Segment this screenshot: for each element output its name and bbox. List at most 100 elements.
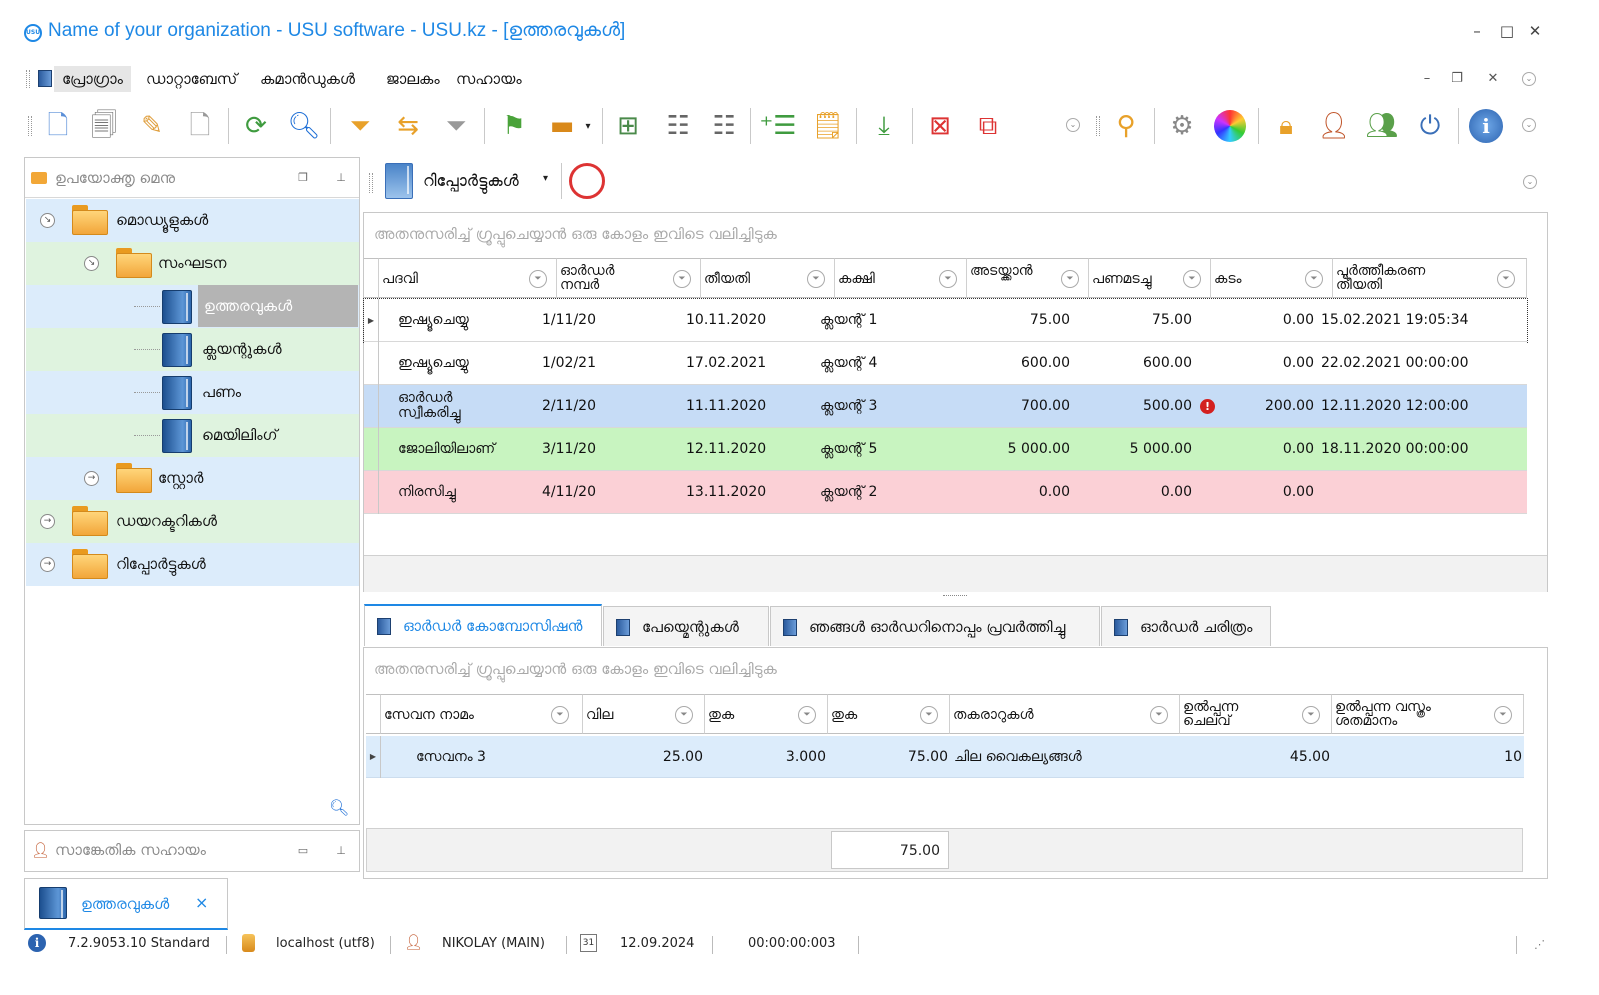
cell-status[interactable]: ഓർഡർ സ്വീകരിച്ചു xyxy=(398,385,498,428)
cell-client[interactable]: ക്ലയന്റ് 3 xyxy=(820,385,950,428)
cell-completion-date[interactable]: 18.11.2020 00:00:00 xyxy=(1321,428,1511,471)
menu-window[interactable]: ജാലകം xyxy=(378,66,448,92)
cell-order-number[interactable]: 1/02/21 xyxy=(542,342,682,385)
cell-paid[interactable]: 0.00 xyxy=(1074,471,1192,514)
column-filter-icon[interactable]: ⏷ xyxy=(1305,270,1323,288)
gear-icon[interactable]: ⚙ xyxy=(1162,106,1202,146)
filter-edit-icon[interactable]: ⇆ xyxy=(388,106,428,146)
table-row[interactable]: ▶ ഇഷ്യൂചെയ്യു 1/11/20 10.11.2020 ക്ലയന്റ് 17… xyxy=(363,298,1528,343)
table-row[interactable]: നിരസിച്ചു 4/11/20 13.11.2020 ക്ലയന്റ് 2 0.00… xyxy=(364,471,1527,514)
add-column-icon[interactable]: ⁺☰ xyxy=(758,106,798,146)
cell-to-pay[interactable]: 700.00 xyxy=(952,385,1070,428)
column-filter-icon[interactable]: ⏷ xyxy=(807,270,825,288)
column-filter-icon[interactable]: ⏷ xyxy=(1150,706,1168,724)
menu-program[interactable]: പ്രോഗ്രാം xyxy=(54,66,131,92)
toolbar-options-icon[interactable]: ⌄ xyxy=(1066,118,1080,132)
cell-status[interactable]: ഇഷ്യൂചെയ്യു xyxy=(398,342,548,385)
column-header-wear-percent[interactable]: ഉൽപ്പന്ന വസ്ത്രം ശതമാനം ⏷ xyxy=(1332,694,1524,734)
cell-status[interactable]: നിരസിച്ചു xyxy=(398,471,548,514)
expand-icon[interactable]: → xyxy=(40,557,55,572)
maximize-icon[interactable]: □ xyxy=(1496,20,1518,42)
cell-completion-date[interactable]: 12.11.2020 12:00:00 xyxy=(1321,385,1511,428)
tab-order-history[interactable]: ഓർഡർ ചരിത്രം xyxy=(1101,606,1271,646)
image-icon[interactable]: ▬ xyxy=(542,106,582,146)
new-record-icon[interactable]: 🗋 xyxy=(38,106,78,146)
location-pin-icon[interactable]: ⚲ xyxy=(1106,106,1146,146)
column-header-quantity[interactable]: തുക ⏷ xyxy=(705,694,828,734)
tree-node-modules[interactable]: ↘ മൊഡ്യൂളുകൾ xyxy=(26,199,359,242)
column-header-service-name[interactable]: സേവന നാമം ⏷ xyxy=(381,694,583,734)
tree-node-store[interactable]: → സ്റ്റോർ xyxy=(26,457,359,500)
cell-to-pay[interactable]: 75.00 xyxy=(952,299,1070,342)
tab-worked-with-order[interactable]: ഞങ്ങൾ ഓർഡറിനൊപ്പം പ്രവർത്തിച്ചു xyxy=(770,606,1100,646)
splitter-handle[interactable] xyxy=(943,595,967,599)
cell-paid[interactable]: 500.00 xyxy=(1074,385,1192,428)
expand-icon[interactable]: → xyxy=(84,471,99,486)
close-all-windows-icon[interactable]: ⧉ xyxy=(968,106,1008,146)
column-header-status[interactable]: പദവി ⏷ xyxy=(379,258,557,298)
tree-node-orders[interactable]: ഉത്തരവുകൾ xyxy=(26,285,359,328)
cell-to-pay[interactable]: 5 000.00 xyxy=(952,428,1070,471)
column-header-date[interactable]: തീയതി ⏷ xyxy=(701,258,835,298)
cell-paid[interactable]: 75.00 xyxy=(1074,299,1192,342)
cell-paid[interactable]: 5 000.00 xyxy=(1074,428,1192,471)
cell-order-number[interactable]: 2/11/20 xyxy=(542,385,682,428)
tab-payments[interactable]: പേയ്മെന്റുകൾ xyxy=(603,606,769,646)
chevron-down-icon[interactable]: ▾ xyxy=(543,173,548,184)
cell-wear-percent[interactable]: 10 xyxy=(1334,736,1522,778)
copy-record-icon[interactable]: 🗐 xyxy=(84,106,124,146)
cell-paid[interactable]: 600.00 xyxy=(1074,342,1192,385)
cell-debt[interactable]: 0.00 xyxy=(1196,299,1314,342)
column-header-paid[interactable]: പണമടച്ചു ⏷ xyxy=(1089,258,1211,298)
mdi-minimize-icon[interactable]: – xyxy=(1418,70,1436,88)
column-header-debt[interactable]: കടം ⏷ xyxy=(1211,258,1333,298)
cell-order-number[interactable]: 1/11/20 xyxy=(542,299,682,342)
minimize-icon[interactable]: – xyxy=(1466,20,1488,42)
cell-debt[interactable]: 0.00 xyxy=(1196,428,1314,471)
cell-date[interactable]: 12.11.2020 xyxy=(686,428,816,471)
panel-maximize-icon[interactable]: ▭ xyxy=(295,843,311,859)
menu-help[interactable]: സഹായം xyxy=(448,66,530,92)
document-tab-orders[interactable]: ഉത്തരവുകൾ × xyxy=(24,878,228,930)
tree-collapse-icon[interactable]: ☷ xyxy=(704,106,744,146)
notes-icon[interactable]: 🗒 xyxy=(808,106,848,146)
tree-node-money[interactable]: പണം xyxy=(26,371,359,414)
tree-node-organization[interactable]: ↘ സംഘടന xyxy=(26,242,359,285)
close-window-icon[interactable]: ⊠ xyxy=(920,106,960,146)
column-header-price[interactable]: വില ⏷ xyxy=(583,694,705,734)
column-filter-icon[interactable]: ⏷ xyxy=(1061,270,1079,288)
cell-client[interactable]: ക്ലയന്റ് 5 xyxy=(820,428,950,471)
info-icon[interactable]: i xyxy=(1466,106,1506,146)
panel-pin-icon[interactable]: ⊥ xyxy=(333,170,349,186)
column-filter-icon[interactable]: ⏷ xyxy=(1494,706,1512,724)
cell-price[interactable]: 25.00 xyxy=(585,736,703,778)
user-key-icon[interactable]: 👤︎ xyxy=(1314,106,1354,146)
cell-client[interactable]: ക്ലയന്റ് 1 xyxy=(820,299,950,342)
column-filter-icon[interactable]: ⏷ xyxy=(675,706,693,724)
search-icon[interactable]: 🔍︎ xyxy=(284,106,324,146)
column-header-completion-date[interactable]: പൂർത്തീകരണ തീയതി ⏷ xyxy=(1333,258,1527,298)
reports-grip[interactable] xyxy=(369,173,373,193)
mdi-close-icon[interactable]: ✕ xyxy=(1484,70,1502,88)
toolbar2-options-icon[interactable]: ⌄ xyxy=(1522,118,1536,132)
tree-node-reports[interactable]: → റിപ്പോർട്ടുകൾ xyxy=(26,543,359,586)
menubar-options-icon[interactable]: ⌄ xyxy=(1522,72,1536,86)
color-wheel-icon[interactable] xyxy=(1210,106,1250,146)
column-filter-icon[interactable]: ⏷ xyxy=(551,706,569,724)
column-filter-icon[interactable]: ⏷ xyxy=(939,270,957,288)
users-group-icon[interactable]: 👥︎ xyxy=(1362,106,1402,146)
edit-record-icon[interactable]: ✎ xyxy=(132,106,172,146)
download-icon[interactable]: ⤓ xyxy=(864,106,904,146)
tree-node-mailing[interactable]: മെയിലിംഗ് xyxy=(26,414,359,457)
filter-clear-icon[interactable]: ⏷ xyxy=(436,106,476,146)
cell-order-number[interactable]: 3/11/20 xyxy=(542,428,682,471)
table-row[interactable]: ▶ സേവനം 3 25.00 3.000 75.00 ചില വൈകല്യങ്… xyxy=(366,736,1524,778)
tree-node-directories[interactable]: → ഡയറക്ടറികൾ xyxy=(26,500,359,543)
flag-icon[interactable]: ⚑ xyxy=(494,106,534,146)
cell-status[interactable]: ഇഷ്യൂചെയ്യു xyxy=(398,299,548,342)
cell-completion-date[interactable]: 15.02.2021 19:05:34 xyxy=(1321,299,1511,342)
column-filter-icon[interactable]: ⏷ xyxy=(1497,270,1515,288)
column-filter-icon[interactable]: ⏷ xyxy=(798,706,816,724)
cell-completion-date[interactable] xyxy=(1321,471,1511,514)
cell-quantity[interactable]: 3.000 xyxy=(707,736,826,778)
